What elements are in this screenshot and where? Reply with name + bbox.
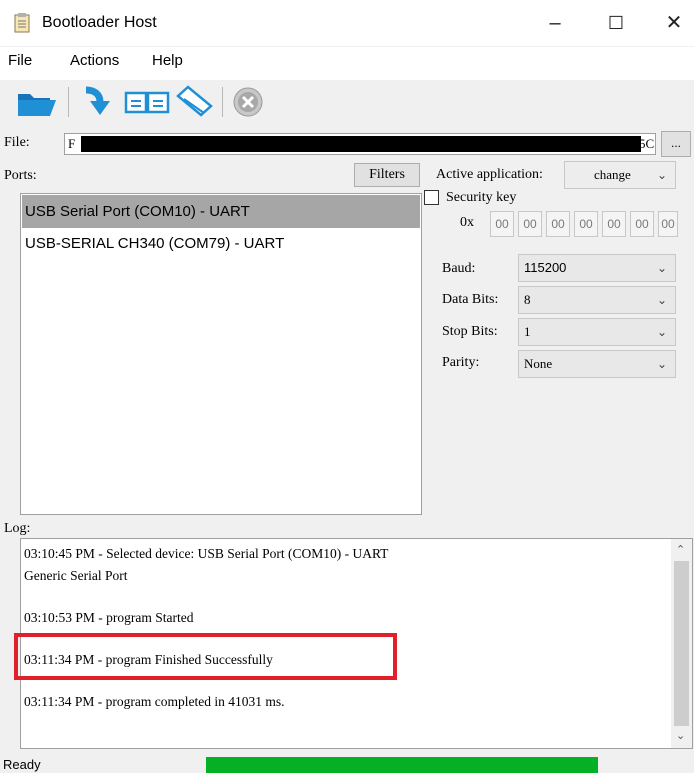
port-item-label: USB-SERIAL CH340 (COM79) - UART <box>25 235 285 252</box>
scroll-down-arrow-icon[interactable]: ⌄ <box>676 729 685 742</box>
security-byte-field[interactable]: 00 <box>574 211 598 237</box>
close-button[interactable]: ✕ <box>654 8 694 38</box>
security-byte-field[interactable]: 00 <box>518 211 542 237</box>
security-byte-field[interactable]: 00 <box>490 211 514 237</box>
stop-bits-select[interactable]: 1 ⌄ <box>518 318 676 346</box>
port-item-label: USB Serial Port (COM10) - UART <box>25 203 250 220</box>
window-title: Bootloader Host <box>42 14 157 31</box>
progress-bar <box>206 757 598 773</box>
active-application-value: change <box>594 167 631 182</box>
data-bits-value: 8 <box>524 292 531 307</box>
parity-label: Parity: <box>442 355 480 370</box>
app-icon <box>14 13 30 33</box>
toolbar-separator <box>68 87 69 117</box>
file-path-start: F <box>68 136 76 151</box>
scroll-up-arrow-icon[interactable]: ⌃ <box>676 543 685 556</box>
data-bits-select[interactable]: 8 ⌄ <box>518 286 676 314</box>
log-scrollbar[interactable]: ⌃ ⌄ <box>671 539 692 748</box>
progress-fill <box>206 757 598 773</box>
security-byte-field[interactable]: 00 <box>602 211 626 237</box>
security-key-label: Security key <box>446 190 517 205</box>
file-path-end: 5C <box>639 136 655 151</box>
menu-help[interactable]: Help <box>152 52 183 69</box>
data-bits-label: Data Bits: <box>442 292 499 307</box>
ports-label: Ports: <box>4 168 37 183</box>
abort-icon[interactable] <box>232 86 264 118</box>
toolbar-separator <box>222 87 223 117</box>
hex-prefix: 0x <box>460 215 474 230</box>
security-key-checkbox[interactable] <box>424 190 439 205</box>
file-path-field[interactable]: F 5C <box>64 133 656 155</box>
log-line: Generic Serial Port <box>24 568 128 583</box>
active-application-label: Active application: <box>436 167 543 182</box>
log-line: 03:10:53 PM - program Started <box>24 610 194 625</box>
chevron-down-icon: ⌄ <box>656 293 667 307</box>
chevron-down-icon: ⌄ <box>656 261 667 275</box>
copy-pages-icon[interactable] <box>124 90 172 114</box>
port-item-com10[interactable]: USB Serial Port (COM10) - UART <box>22 195 420 228</box>
maximize-button[interactable]: ☐ <box>596 8 636 38</box>
log-line: 03:10:45 PM - Selected device: USB Seria… <box>24 546 389 561</box>
highlight-box <box>14 633 397 680</box>
erase-tag-icon[interactable] <box>174 84 214 118</box>
security-byte-field[interactable]: 00 <box>630 211 654 237</box>
security-byte-field[interactable]: 00 <box>658 211 678 237</box>
baud-value: 115200 <box>524 260 567 275</box>
redacted-path <box>81 136 641 152</box>
log-line: 03:11:34 PM - program completed in 41031… <box>24 694 285 709</box>
download-arrow-icon[interactable] <box>82 86 116 120</box>
filters-button[interactable]: Filters <box>354 163 420 187</box>
parity-select[interactable]: None ⌄ <box>518 350 676 378</box>
chevron-down-icon: ⌄ <box>656 168 667 182</box>
baud-label: Baud: <box>442 261 476 276</box>
security-byte-field[interactable]: 00 <box>546 211 570 237</box>
chevron-down-icon: ⌄ <box>656 357 667 371</box>
port-item-com79[interactable]: USB-SERIAL CH340 (COM79) - UART <box>22 228 420 260</box>
status-text: Ready <box>3 757 41 772</box>
file-label: File: <box>4 135 30 150</box>
stop-bits-label: Stop Bits: <box>442 324 498 339</box>
log-label: Log: <box>4 521 31 536</box>
menu-actions[interactable]: Actions <box>70 52 119 69</box>
ports-list[interactable]: USB Serial Port (COM10) - UART USB-SERIA… <box>20 193 422 515</box>
active-application-select[interactable]: change ⌄ <box>564 161 676 189</box>
scrollbar-thumb[interactable] <box>674 561 689 726</box>
baud-select[interactable]: 115200 ⌄ <box>518 254 676 282</box>
browse-button[interactable]: ... <box>661 131 691 157</box>
chevron-down-icon: ⌄ <box>656 325 667 339</box>
minimize-button[interactable]: – <box>535 8 575 38</box>
menu-file[interactable]: File <box>8 52 32 69</box>
open-folder-icon[interactable] <box>16 86 60 118</box>
stop-bits-value: 1 <box>524 324 531 339</box>
parity-value: None <box>524 356 553 371</box>
